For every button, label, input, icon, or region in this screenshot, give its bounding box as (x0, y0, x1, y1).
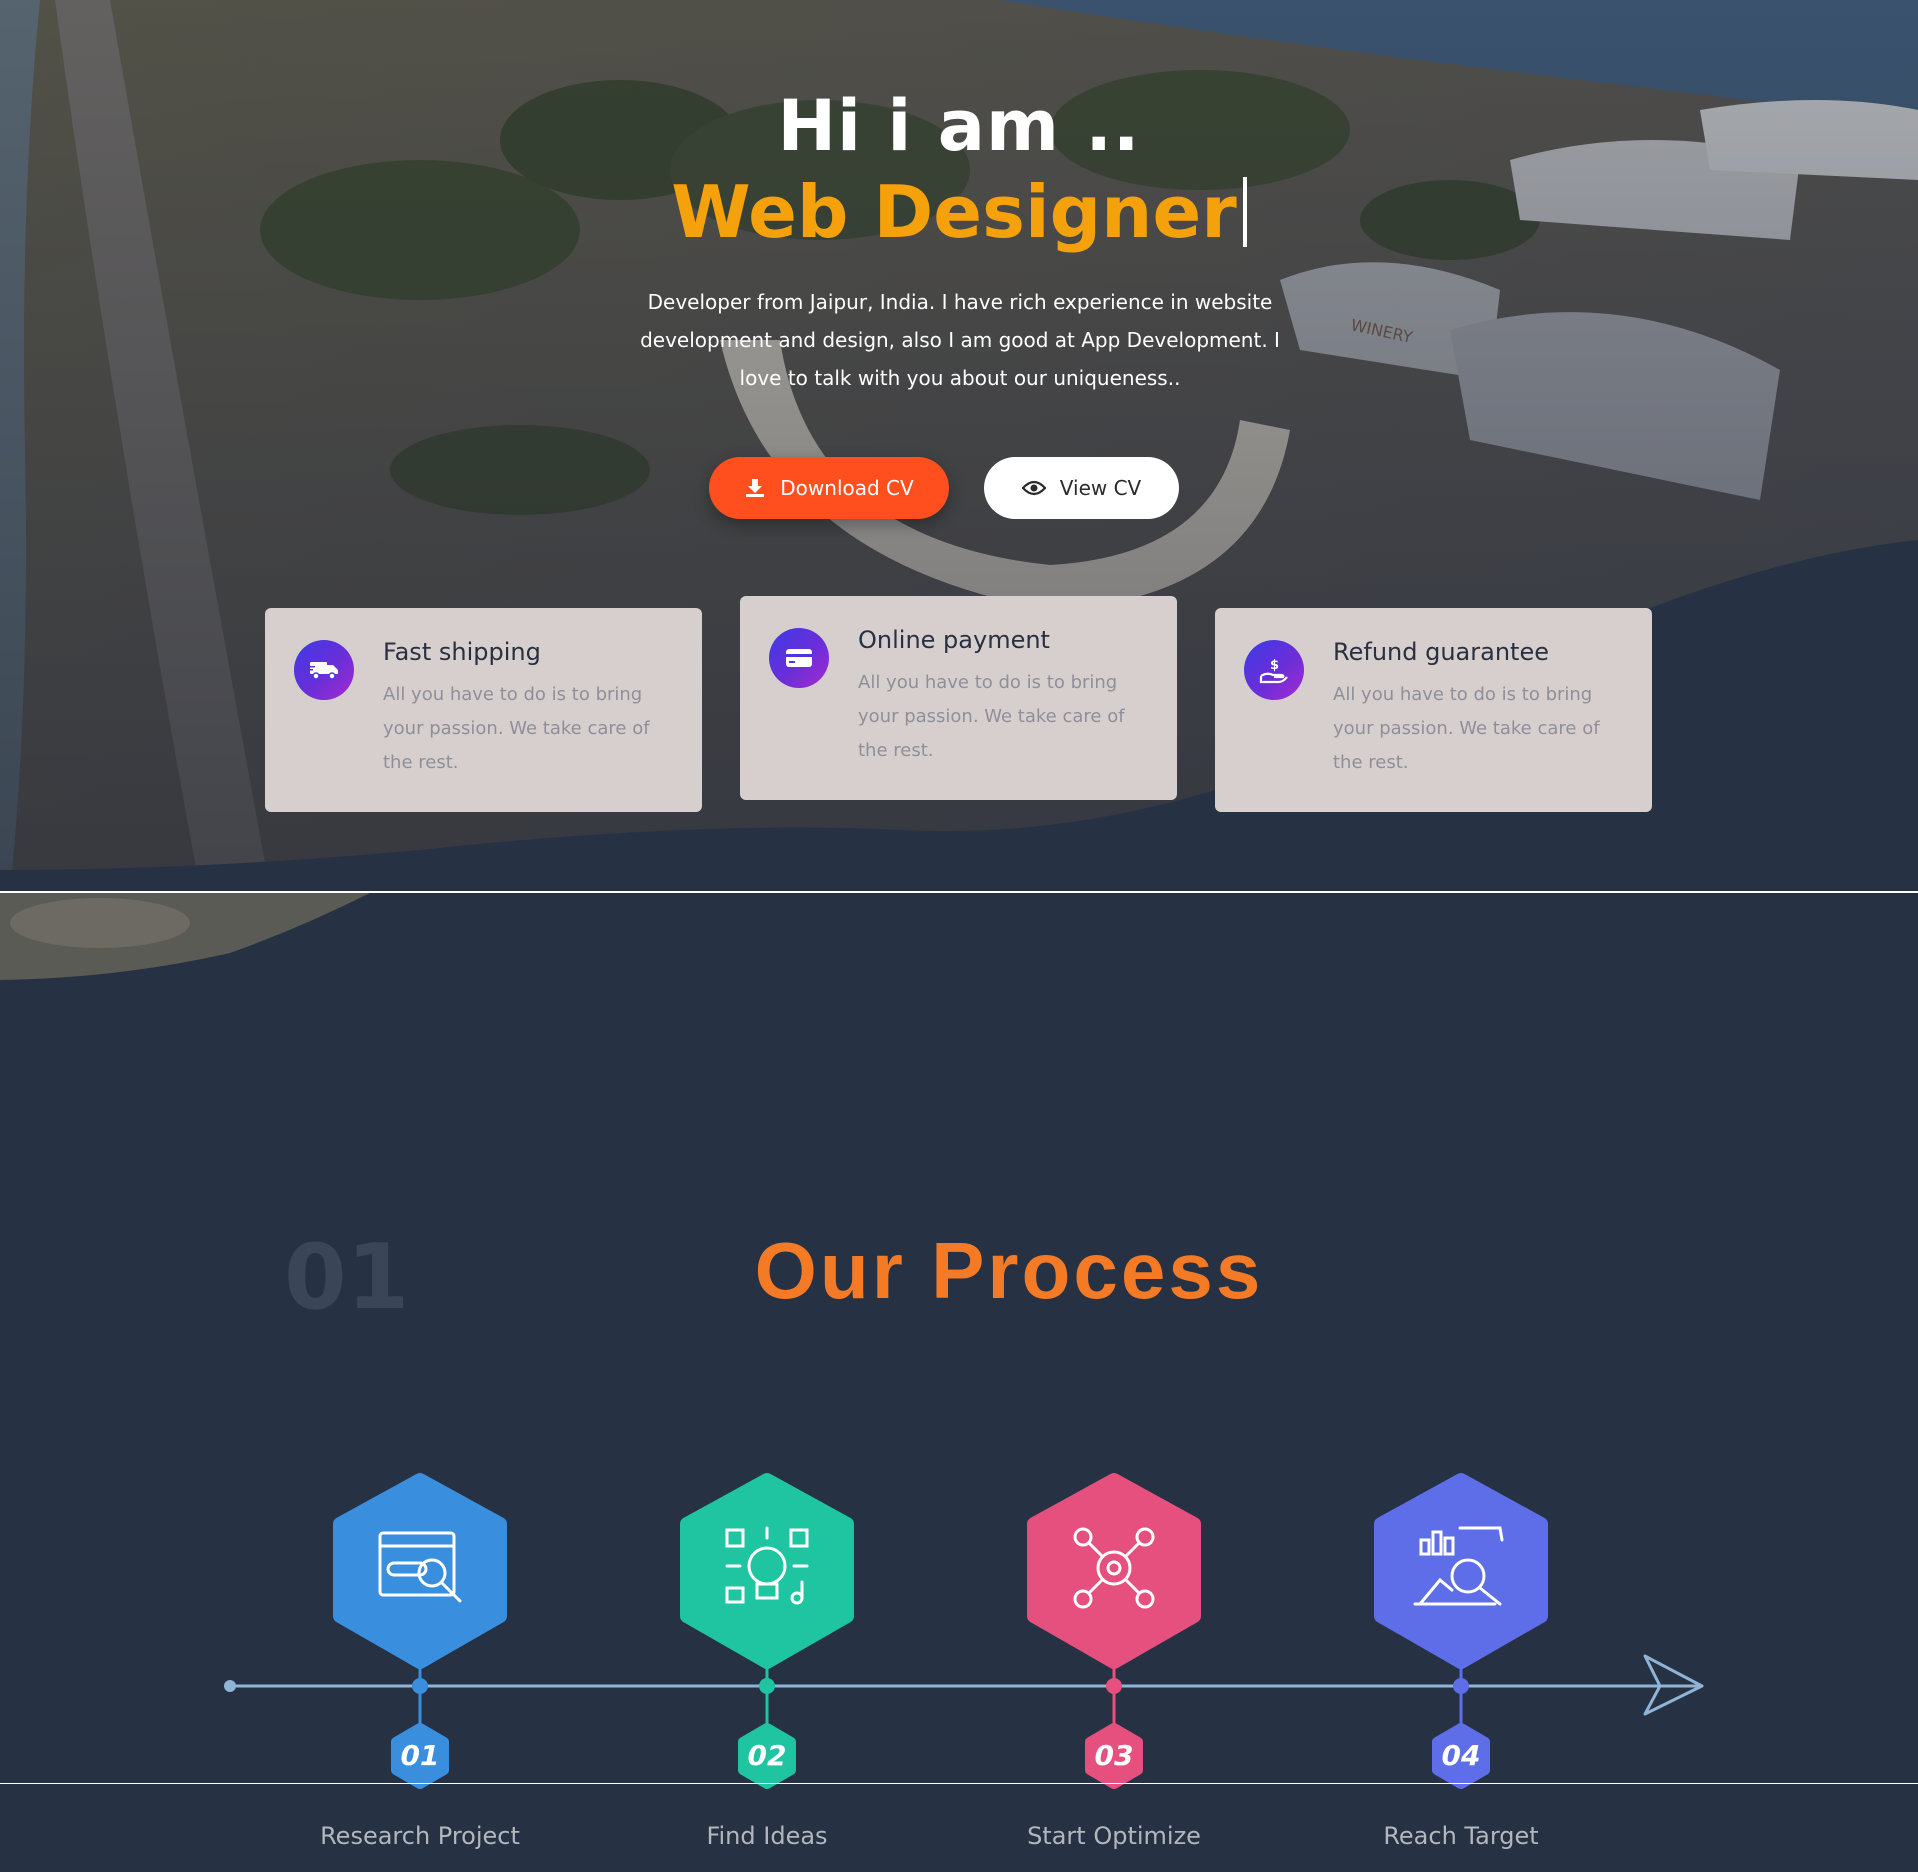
step-hexagon (1027, 1473, 1201, 1669)
step-number-3: 03 (1094, 1739, 1134, 1772)
step-hexagon (680, 1473, 854, 1669)
step-label-1: Research Project (320, 1822, 520, 1850)
step-label-3: Start Optimize (1027, 1822, 1201, 1850)
process-timeline (224, 1473, 1704, 1789)
step-label-2: Find Ideas (706, 1822, 828, 1850)
bottom-divider (0, 1783, 1918, 1784)
step-label-4: Reach Target (1383, 1822, 1539, 1850)
step-number-1: 01 (400, 1739, 440, 1772)
step-number-4: 04 (1441, 1739, 1481, 1772)
step-hexagon (1374, 1473, 1548, 1669)
timeline-start-dot (224, 1680, 236, 1692)
step-number-2: 02 (747, 1739, 787, 1772)
